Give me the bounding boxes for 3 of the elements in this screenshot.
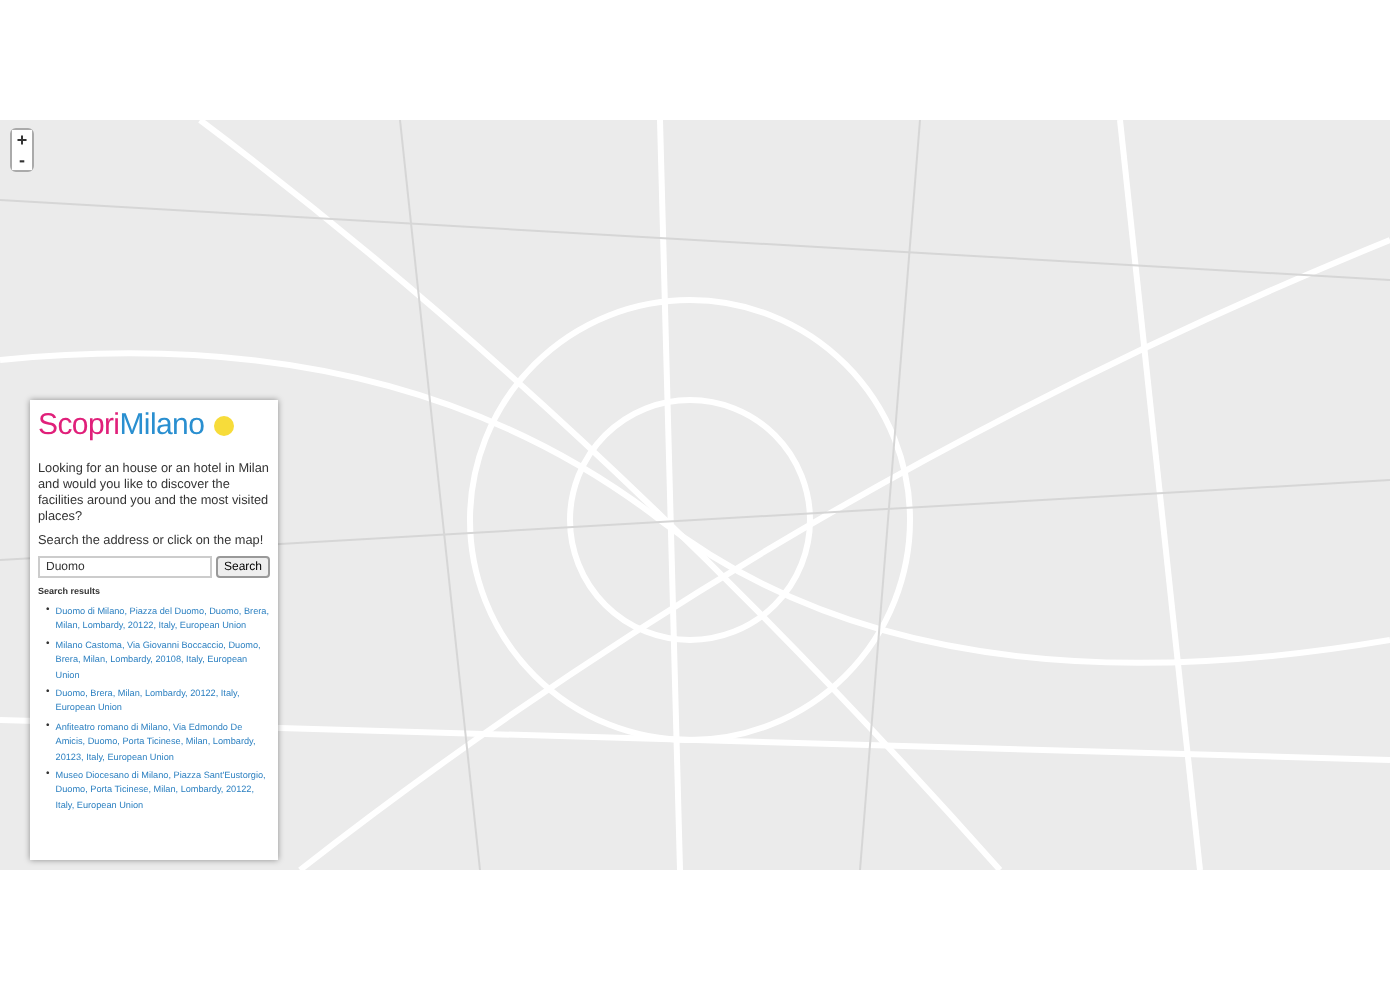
logo: ScopriMilano xyxy=(38,408,205,442)
zoom-in-button[interactable]: + xyxy=(12,130,32,150)
street-map-drawing[interactable] xyxy=(0,120,1390,870)
